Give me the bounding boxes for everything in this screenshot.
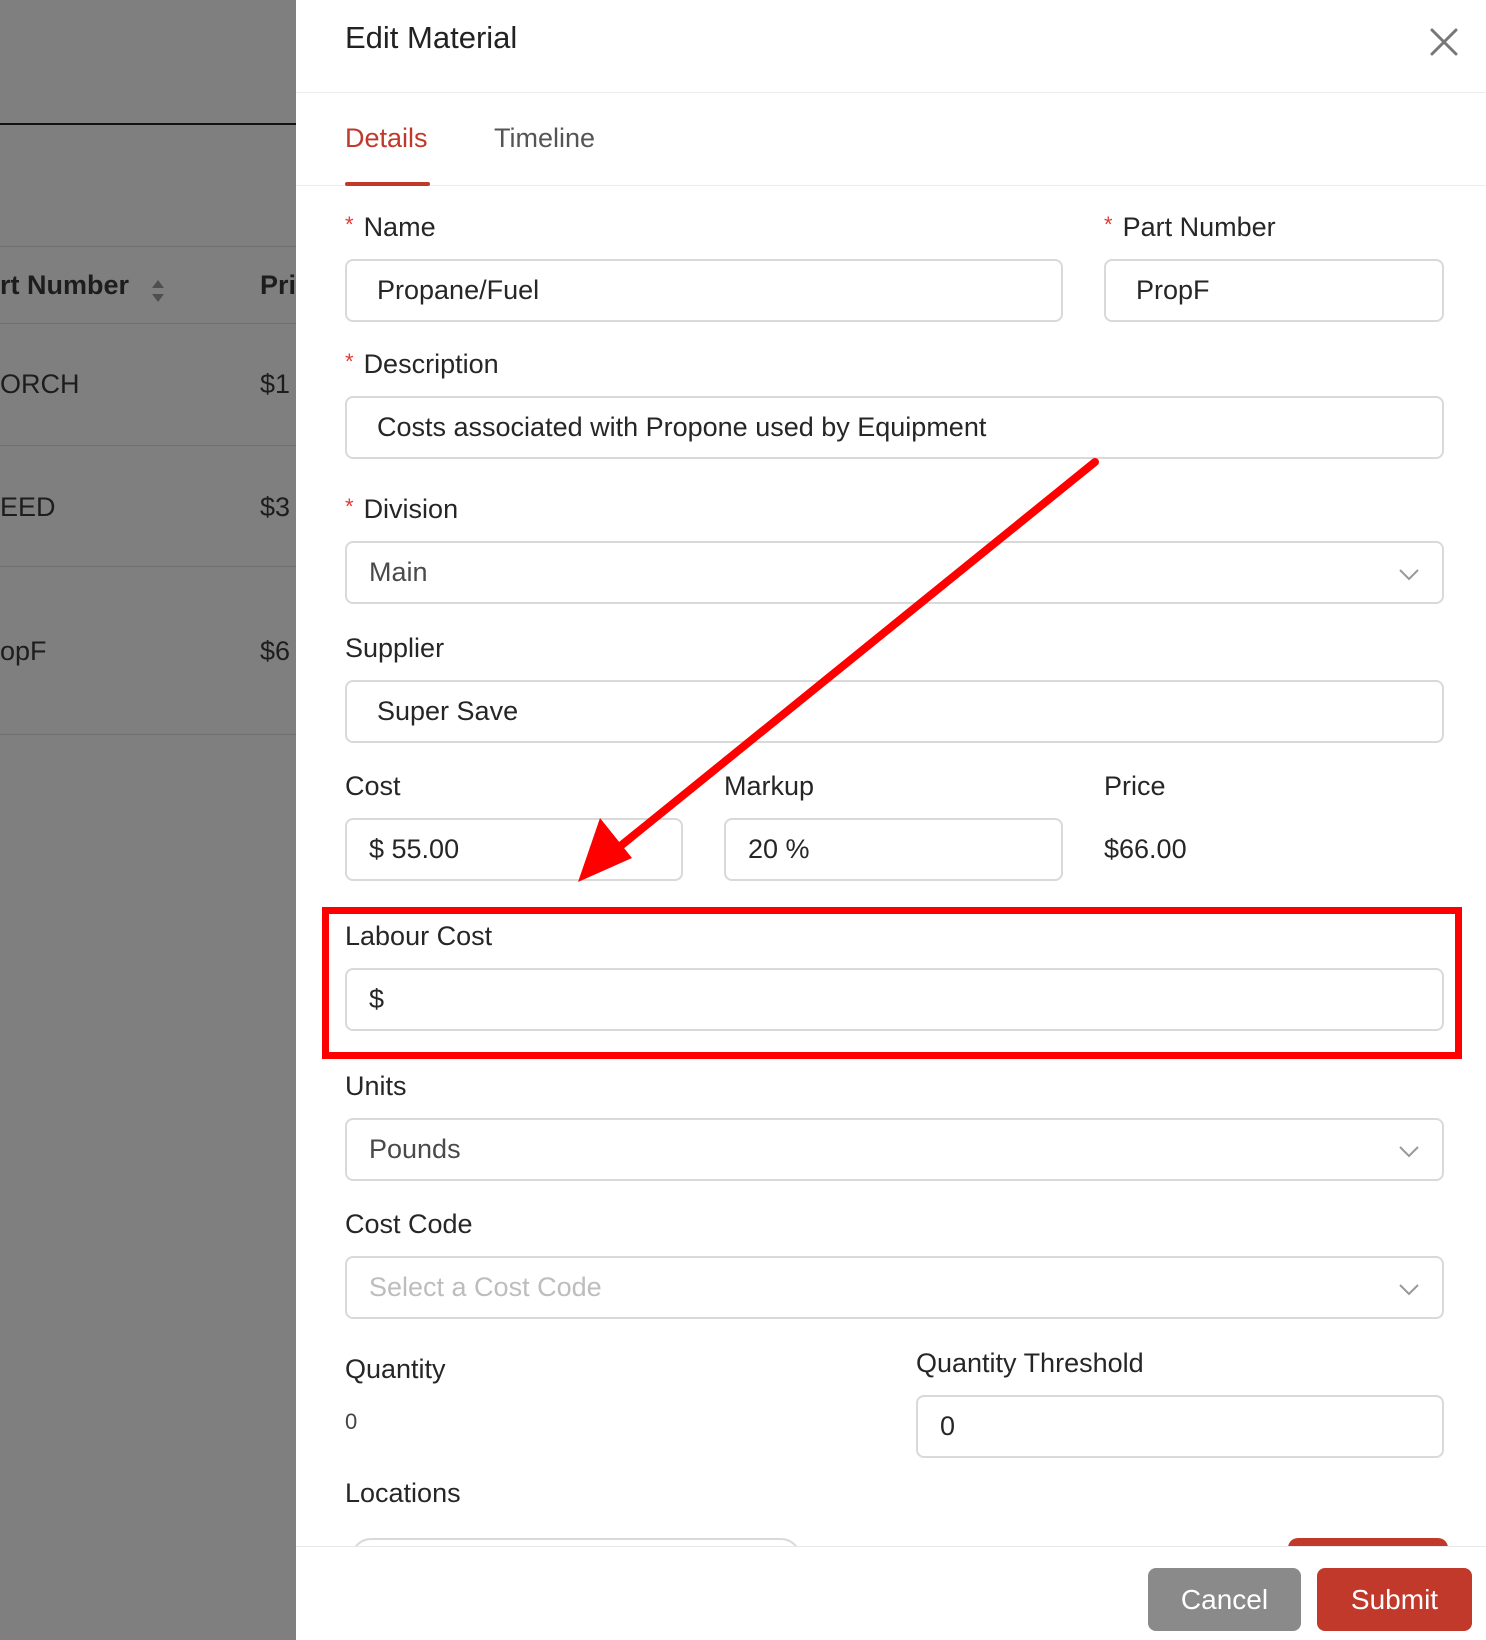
drawer-footer: Cancel Submit <box>296 1546 1486 1640</box>
supplier-input[interactable]: Super Save <box>345 680 1444 743</box>
column-header-part-number[interactable]: rt Number <box>0 270 129 301</box>
divider <box>0 445 296 446</box>
tab-details[interactable]: Details <box>345 123 428 154</box>
division-value: Main <box>369 557 428 587</box>
required-mark: * <box>1104 212 1113 237</box>
labour-cost-label: Labour Cost <box>345 921 493 951</box>
divider <box>0 246 296 247</box>
divider <box>0 123 296 125</box>
drawer-title: Edit Material <box>345 20 518 55</box>
units-value: Pounds <box>369 1134 461 1164</box>
chevron-down-icon <box>1399 569 1419 581</box>
cancel-button[interactable]: Cancel <box>1148 1568 1301 1631</box>
divider <box>0 734 296 735</box>
active-tab-indicator <box>345 182 430 186</box>
markup-input[interactable]: 20 % <box>724 818 1063 881</box>
close-icon[interactable] <box>1424 22 1464 62</box>
markup-label: Markup <box>724 771 815 801</box>
required-mark: * <box>345 494 354 519</box>
cost-input[interactable]: $ 55.00 <box>345 818 683 881</box>
table-cell-price: $3 <box>260 492 291 522</box>
quantity-value: 0 <box>345 1409 358 1434</box>
chevron-down-icon <box>1399 1146 1419 1158</box>
drawer-header: Edit Material <box>296 0 1486 93</box>
description-input[interactable]: Costs associated with Propone used by Eq… <box>345 396 1444 459</box>
units-label: Units <box>345 1071 407 1101</box>
description-label: * Description <box>345 349 499 379</box>
edit-material-drawer: Edit Material Details Timeline * Name Pro… <box>296 0 1486 1640</box>
tab-bar: Details Timeline <box>296 93 1486 186</box>
submit-button[interactable]: Submit <box>1317 1568 1472 1631</box>
table-cell-price: $6 <box>260 636 291 666</box>
supplier-label: Supplier <box>345 633 445 663</box>
price-label: Price <box>1104 771 1166 801</box>
price-value: $66.00 <box>1104 834 1187 864</box>
part-number-label: * Part Number <box>1104 212 1276 242</box>
sort-icon[interactable] <box>148 276 168 306</box>
division-label: * Division <box>345 494 459 524</box>
cost-label: Cost <box>345 771 401 801</box>
name-label: * Name <box>345 212 436 242</box>
background-page: rt Number Pri ORCH $1 EED $3 opF $6 <box>0 0 296 1640</box>
part-number-input[interactable]: PropF <box>1104 259 1444 322</box>
column-header-price[interactable]: Pri <box>260 270 296 301</box>
quantity-label: Quantity <box>345 1354 446 1384</box>
name-input[interactable]: Propane/Fuel <box>345 259 1063 322</box>
table-cell-price: $1 <box>260 369 291 399</box>
cost-code-select[interactable]: Select a Cost Code <box>345 1256 1444 1319</box>
table-cell-part: opF <box>0 636 47 666</box>
quantity-threshold-input[interactable]: 0 <box>916 1395 1444 1458</box>
quantity-threshold-label: Quantity Threshold <box>916 1348 1144 1378</box>
table-cell-part: EED <box>0 492 56 522</box>
cost-code-placeholder: Select a Cost Code <box>369 1272 602 1302</box>
required-mark: * <box>345 212 354 237</box>
divider <box>0 323 296 324</box>
cost-code-label: Cost Code <box>345 1209 473 1239</box>
division-select[interactable]: Main <box>345 541 1444 604</box>
locations-label: Locations <box>345 1478 461 1508</box>
units-select[interactable]: Pounds <box>345 1118 1444 1181</box>
table-cell-part: ORCH <box>0 369 80 399</box>
tab-timeline[interactable]: Timeline <box>494 123 595 154</box>
required-mark: * <box>345 349 354 374</box>
chevron-down-icon <box>1399 1284 1419 1296</box>
divider <box>0 566 296 567</box>
labour-cost-input[interactable]: $ <box>345 968 1444 1031</box>
